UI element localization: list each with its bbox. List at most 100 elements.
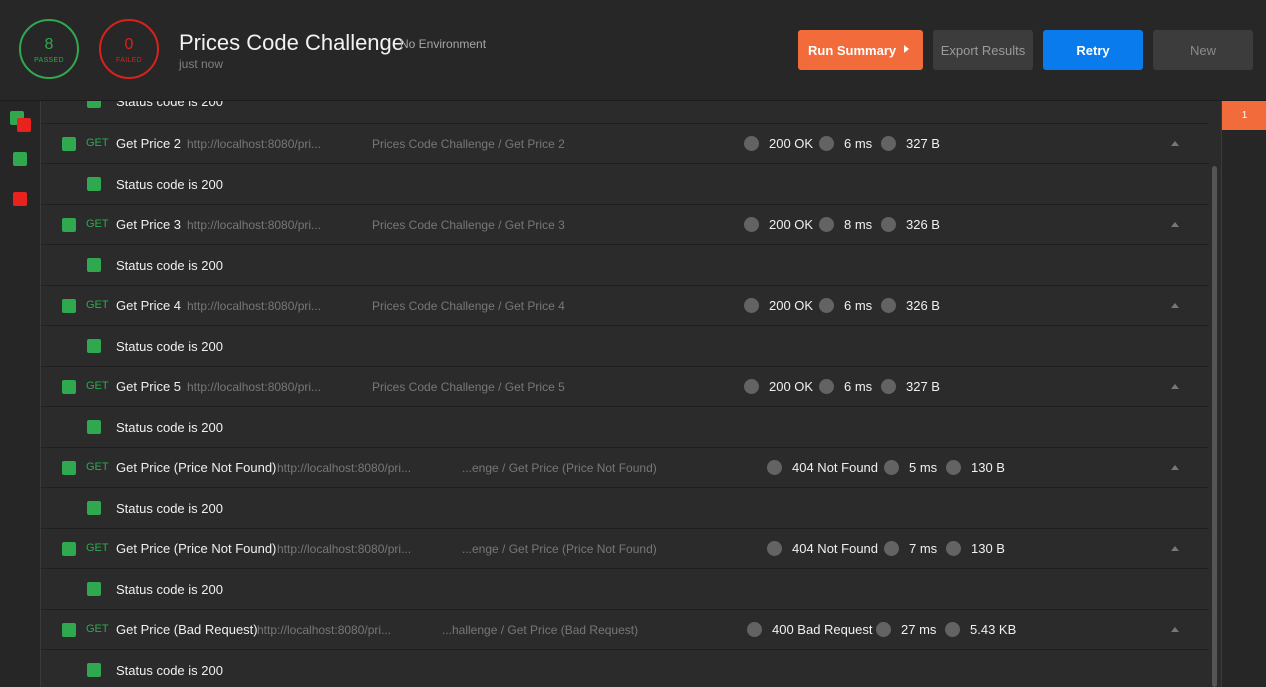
- pass-status-icon: [87, 177, 101, 191]
- request-name: Get Price (Price Not Found): [116, 541, 277, 556]
- response-size: 130 B: [971, 541, 1005, 556]
- response-size: 5.43 KB: [970, 622, 1017, 637]
- response-status: 404 Not Found: [792, 541, 879, 556]
- request-path: Prices Code Challenge / Get Price 3: [372, 218, 565, 232]
- request-row[interactable]: GET Get Price 3 http://localhost:8080/pr…: [41, 204, 1209, 244]
- request-row[interactable]: GET Get Price (Price Not Found) http://l…: [41, 528, 1209, 568]
- failed-label: FAILED: [116, 57, 142, 64]
- chevron-up-icon[interactable]: [1171, 546, 1179, 551]
- test-row: Status code is 200: [41, 649, 1209, 687]
- status-dot-icon: [744, 217, 759, 232]
- request-row[interactable]: GET Get Price 5 http://localhost:8080/pr…: [41, 366, 1209, 406]
- filter-failed-button[interactable]: [0, 181, 40, 219]
- result-filter-sidebar: [0, 101, 41, 687]
- response-time: 6 ms: [844, 379, 873, 394]
- size-dot-icon: [881, 217, 896, 232]
- pass-status-icon: [62, 218, 76, 232]
- request-url: http://localhost:8080/pri...: [187, 299, 322, 313]
- chevron-up-icon[interactable]: [1171, 303, 1179, 308]
- clock-dot-icon: [819, 379, 834, 394]
- failed-count: 0: [124, 36, 134, 53]
- test-row: Status code is 200: [41, 487, 1209, 528]
- request-url: http://localhost:8080/pri...: [277, 542, 412, 556]
- size-dot-icon: [945, 622, 960, 637]
- scrollbar-thumb[interactable]: [1212, 166, 1217, 687]
- test-name: Status code is 200: [116, 501, 223, 516]
- response-size: 327 B: [906, 136, 940, 151]
- test-name: Status code is 200: [116, 258, 223, 273]
- request-path: Prices Code Challenge / Get Price 5: [372, 380, 565, 394]
- request-url: http://localhost:8080/pri...: [187, 218, 322, 232]
- clock-dot-icon: [819, 217, 834, 232]
- request-name: Get Price 4: [116, 298, 182, 313]
- export-results-button[interactable]: Export Results: [933, 30, 1033, 70]
- request-url: http://localhost:8080/pri...: [277, 461, 412, 475]
- pass-status-icon: [62, 461, 76, 475]
- retry-button[interactable]: Retry: [1043, 30, 1143, 70]
- passed-counter: 8 PASSED: [19, 19, 79, 79]
- test-name: Status code is 200: [116, 339, 223, 354]
- response-size: 326 B: [906, 217, 940, 232]
- pass-status-icon: [87, 501, 101, 515]
- chevron-up-icon[interactable]: [1171, 627, 1179, 632]
- request-name: Get Price (Price Not Found): [116, 460, 277, 475]
- size-dot-icon: [881, 298, 896, 313]
- request-name: Get Price 3: [116, 217, 182, 232]
- passed-square-icon: [13, 152, 27, 166]
- test-row: Status code is 200: [41, 568, 1209, 609]
- filter-all-button[interactable]: [0, 103, 40, 141]
- test-row: Status code is 200: [41, 101, 1209, 121]
- clock-dot-icon: [884, 541, 899, 556]
- pass-status-icon: [62, 299, 76, 313]
- chevron-up-icon[interactable]: [1171, 465, 1179, 470]
- response-status: 400 Bad Request: [772, 622, 873, 637]
- request-row[interactable]: GET Get Price (Price Not Found) http://l…: [41, 447, 1209, 487]
- status-dot-icon: [744, 298, 759, 313]
- filter-passed-button[interactable]: [0, 141, 40, 179]
- response-status: 404 Not Found: [792, 460, 879, 475]
- pass-status-icon: [87, 663, 101, 677]
- chevron-up-icon[interactable]: [1171, 384, 1179, 389]
- response-time: 7 ms: [909, 541, 938, 556]
- pass-status-icon: [62, 623, 76, 637]
- status-dot-icon: [767, 541, 782, 556]
- pass-status-icon: [87, 582, 101, 596]
- test-row: Status code is 200: [41, 163, 1209, 204]
- request-name: Get Price 5: [116, 379, 182, 394]
- chevron-up-icon[interactable]: [1171, 222, 1179, 227]
- clock-dot-icon: [819, 298, 834, 313]
- iteration-tab[interactable]: 1: [1222, 101, 1266, 130]
- results-list: Status code is 200 GET Get Price 2 http:…: [41, 101, 1209, 687]
- pass-status-icon: [62, 542, 76, 556]
- new-button[interactable]: New: [1153, 30, 1253, 70]
- response-status: 200 OK: [769, 217, 814, 232]
- size-dot-icon: [946, 541, 961, 556]
- chevron-up-icon[interactable]: [1171, 141, 1179, 146]
- run-summary-label: Run Summary: [808, 42, 897, 58]
- test-row: Status code is 200: [41, 244, 1209, 285]
- request-path: ...hallenge / Get Price (Bad Request): [442, 623, 639, 637]
- response-time: 5 ms: [909, 460, 938, 475]
- request-row[interactable]: GET Get Price 4 http://localhost:8080/pr…: [41, 285, 1209, 325]
- run-summary-button[interactable]: Run Summary: [798, 30, 923, 70]
- request-row[interactable]: GET Get Price (Bad Request) http://local…: [41, 609, 1209, 649]
- failed-square-icon: [13, 192, 27, 206]
- pass-status-icon: [62, 380, 76, 394]
- request-path: Prices Code Challenge / Get Price 4: [372, 299, 565, 313]
- size-dot-icon: [881, 136, 896, 151]
- response-time: 27 ms: [901, 622, 937, 637]
- clock-dot-icon: [819, 136, 834, 151]
- request-method: GET: [86, 137, 109, 149]
- test-row: Status code is 200: [41, 406, 1209, 447]
- pass-status-icon: [87, 339, 101, 353]
- clock-dot-icon: [884, 460, 899, 475]
- request-method: GET: [86, 461, 109, 473]
- caret-right-icon: [904, 45, 909, 53]
- request-row[interactable]: GET Get Price 2 http://localhost:8080/pr…: [41, 123, 1209, 163]
- status-dot-icon: [767, 460, 782, 475]
- request-url: http://localhost:8080/pri...: [257, 623, 392, 637]
- pass-status-icon: [87, 258, 101, 272]
- failed-square-icon: [17, 118, 31, 132]
- results-scrollbar[interactable]: [1209, 101, 1221, 687]
- response-size: 327 B: [906, 379, 940, 394]
